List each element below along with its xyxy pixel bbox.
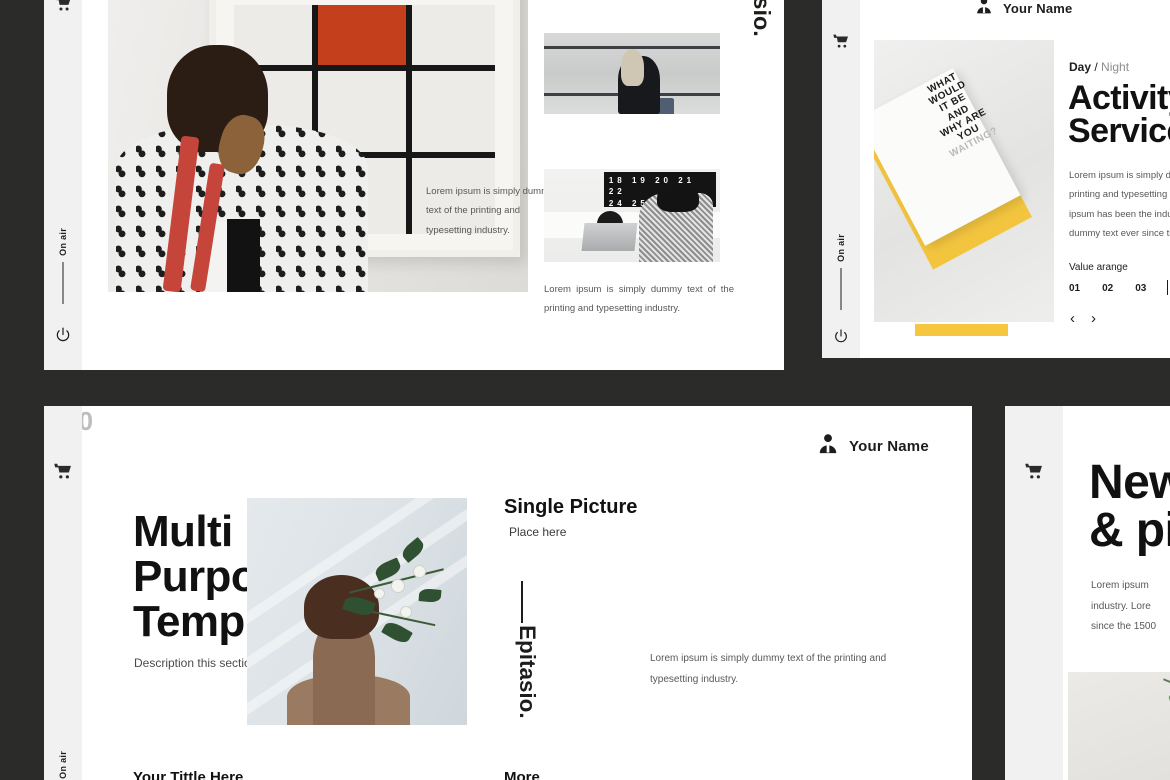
on-air-label: On air: [58, 751, 68, 779]
slide-1-brand: Epitasio.: [748, 0, 775, 37]
shopping-cart-icon[interactable]: [833, 34, 849, 53]
body-line: ipsum has been the indus: [1069, 208, 1170, 220]
next-arrow-icon[interactable]: ›: [1091, 310, 1096, 327]
shopping-cart-icon[interactable]: [1025, 463, 1043, 484]
slide-2[interactable]: On air Your Name WHAT WOULD IT BE AND WH…: [822, 0, 1170, 358]
slide-2-eyebrow: Day / Night: [1069, 60, 1129, 74]
slide-4-body: Lorem ipsum industry. Lore since the 150…: [1091, 576, 1170, 638]
shopping-cart-icon[interactable]: [54, 463, 72, 484]
eyebrow-sep: /: [1091, 60, 1102, 74]
user-avatar-icon: [974, 0, 994, 20]
user-name-label: Your Name: [849, 437, 929, 455]
headline-line-2: Service.: [1068, 111, 1170, 150]
body-line: printing and typesetting in: [1069, 189, 1170, 201]
rail-divider: [840, 268, 842, 310]
slide-3-rail: On air: [44, 406, 82, 780]
body-line: Lorem ipsum: [1091, 580, 1149, 591]
prev-arrow-icon[interactable]: ‹: [1070, 310, 1075, 327]
user-name-label: Your Name: [1003, 0, 1073, 16]
slide-1-left-caption: Lorem ipsum is simply dummy text of the …: [426, 186, 554, 236]
user-avatar-icon: [816, 432, 840, 460]
value-option-01[interactable]: 01: [1069, 283, 1080, 294]
slide-3-body: Lorem ipsum is simply dummy text of the …: [650, 649, 970, 690]
shopping-cart-icon[interactable]: [55, 0, 72, 16]
gallery-visitor-figure: [116, 23, 369, 292]
woman-with-plant-photo: [247, 498, 467, 725]
single-picture-subtitle: Place here: [509, 525, 567, 539]
single-picture-title: Single Picture: [504, 496, 638, 518]
on-air-label: On air: [58, 228, 68, 256]
slide-4-headline: New & pi: [1089, 459, 1170, 555]
slide-3-subtitle: Description this section: [134, 656, 258, 670]
slide-3-footer-left: Your Tittle Here: [133, 769, 244, 780]
body-line: typesetting industry.: [650, 673, 739, 685]
headline-line-1: Activity ev: [1068, 79, 1170, 117]
power-icon[interactable]: [833, 328, 849, 349]
slide-1-right-caption: Lorem ipsum is simply dummy text of the …: [544, 284, 734, 315]
slides-canvas: On air Lorem ipsum is simply dummy text …: [0, 0, 1170, 780]
slide-4[interactable]: New & pi Lorem ipsum industry. Lore sinc…: [1005, 406, 1170, 780]
slide-2-user[interactable]: Your Name: [974, 0, 1072, 20]
value-range-caret: [1167, 280, 1168, 295]
slide-3-user[interactable]: Your Name: [816, 432, 929, 460]
value-option-03[interactable]: 03: [1135, 283, 1146, 294]
slide-3-brand: Epitasio.: [515, 625, 540, 719]
rail-divider: [62, 262, 64, 304]
headline-line-2: & pi: [1089, 504, 1170, 557]
slide-2-body: Lorem ipsum is simply dumm printing and …: [1069, 166, 1170, 244]
slide-2-headline: Activity ev Service.: [1068, 79, 1170, 150]
desk-laptop-photo: 18 19 20 21 2224 25 26 27 28: [544, 169, 720, 262]
slide-3[interactable]: On air Your Name Multi Purpose Template …: [44, 406, 972, 780]
power-icon[interactable]: [55, 326, 72, 348]
body-line: dummy text ever since the 1500: [1069, 228, 1170, 240]
yellow-accent-bar: [915, 324, 1008, 336]
concrete-wall-photo: [544, 33, 720, 114]
headline-line-1: New: [1089, 456, 1170, 509]
eyebrow-light: Night: [1101, 60, 1130, 74]
body-line: Lorem ipsum is simply dummy text of the …: [650, 653, 887, 664]
slide-2-rail: On air: [822, 0, 860, 358]
slide-3-vertical-rule: [521, 581, 523, 623]
slide-1[interactable]: On air Lorem ipsum is simply dummy text …: [44, 0, 784, 370]
body-line: Lorem ipsum is simply dumm: [1069, 170, 1170, 181]
slide-2-nav[interactable]: ‹ ›: [1070, 310, 1096, 327]
slide-4-rail: [1005, 406, 1063, 780]
open-book-photo: WHAT WOULD IT BE AND WHY ARE YOU WAITING?: [874, 40, 1054, 322]
gallery-visitor-photo: [108, 0, 528, 292]
eyebrow-strong: Day: [1069, 60, 1092, 74]
slide-1-rail: On air: [44, 0, 82, 370]
value-range-label: Value arange: [1069, 262, 1128, 273]
body-line: industry. Lore: [1091, 600, 1151, 612]
value-option-02[interactable]: 02: [1102, 283, 1113, 294]
on-air-label: On air: [836, 234, 846, 262]
body-line: since the 1500: [1091, 621, 1157, 632]
value-range-options[interactable]: 01 02 03: [1069, 283, 1146, 294]
leaf-photo: [1068, 672, 1170, 780]
slide-3-footer-right: More: [504, 769, 540, 780]
